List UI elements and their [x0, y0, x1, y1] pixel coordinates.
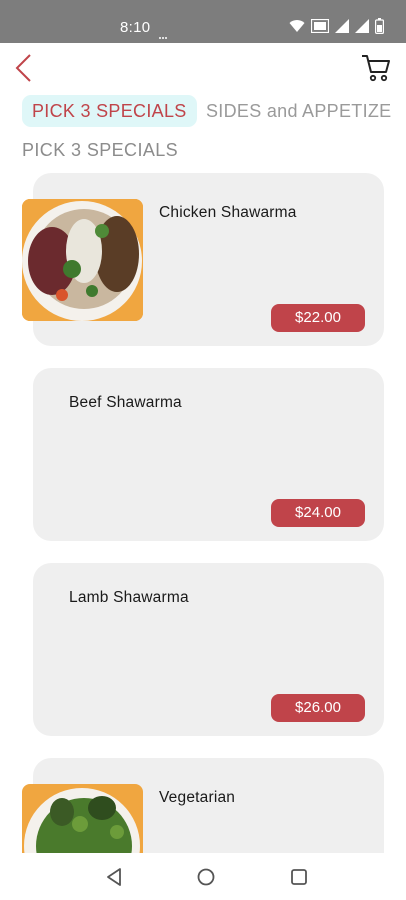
menu-item-image-vegetarian [22, 784, 143, 854]
menu-item-name: Vegetarian [159, 789, 236, 806]
price-button[interactable]: $26.00 [271, 694, 365, 722]
menu-item-card-lamb-shawarma[interactable]: Lamb Shawarma $26.00 [33, 563, 384, 736]
recents-square-icon[interactable] [287, 865, 311, 889]
data-icon [311, 19, 329, 33]
cart-icon[interactable] [360, 53, 392, 83]
menu-item-name: Chicken Shawarma [159, 204, 297, 221]
menu-item-name: Lamb Shawarma [69, 589, 189, 606]
tab-sides-and-appetizers[interactable]: SIDES and APPETIZE [206, 95, 391, 127]
header [0, 43, 406, 95]
status-icons [289, 18, 384, 34]
price-button[interactable]: $24.00 [271, 499, 365, 527]
system-nav-bar [0, 853, 406, 900]
chevron-left-icon[interactable] [12, 52, 36, 84]
category-tabs: PICK 3 SPECIALS SIDES and APPETIZE [0, 95, 406, 129]
menu-item-image-chicken-shawarma [22, 199, 143, 321]
battery-icon [375, 18, 384, 34]
food-photo-icon [22, 199, 143, 321]
food-photo-icon [22, 784, 143, 854]
notification-dots-icon [159, 26, 171, 39]
menu-item-name: Beef Shawarma [69, 394, 182, 411]
section-title: PICK 3 SPECIALS [22, 140, 179, 160]
signal-icon [355, 19, 369, 33]
status-time: 8:10 [120, 19, 151, 36]
menu-item-card-beef-shawarma[interactable]: Beef Shawarma $24.00 [33, 368, 384, 541]
wifi-icon [289, 20, 305, 32]
signal-icon [335, 19, 349, 33]
home-circle-icon[interactable] [194, 865, 218, 889]
price-button[interactable]: $22.00 [271, 304, 365, 332]
status-bar: 8:10 [0, 0, 406, 43]
tab-pick-3-specials[interactable]: PICK 3 SPECIALS [22, 95, 197, 127]
back-triangle-icon[interactable] [102, 865, 126, 889]
